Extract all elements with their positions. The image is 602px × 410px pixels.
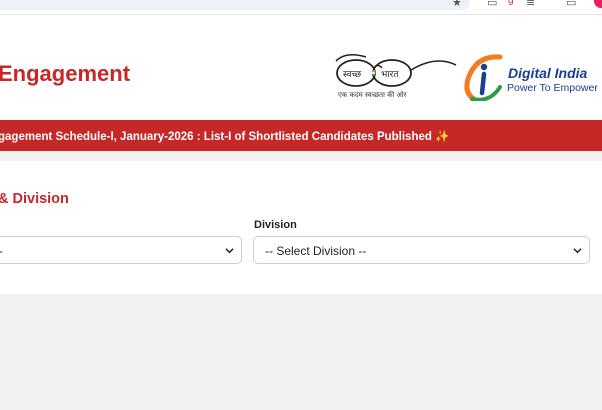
selection-card: & Division - Division -- Select Division… [0, 161, 602, 294]
download-icon[interactable]: ▭ [566, 0, 576, 9]
reading-list-icon[interactable]: ≡ [526, 0, 535, 9]
division-label: Division [254, 219, 297, 231]
digital-india-name: Digital India [508, 65, 588, 81]
browser-toolbar: ★ ▭ g ≡ ▭ [0, 0, 602, 15]
swachh-right-text: भारत [381, 70, 399, 80]
swachh-left-text: स्वच्छ [343, 70, 362, 80]
digital-india-tagline: Power To Empower [507, 82, 598, 94]
section-divider [0, 151, 602, 161]
circle-select-value: - [0, 244, 3, 258]
page-title: Engagement [0, 61, 131, 86]
division-select[interactable]: -- Select Division -- [253, 236, 590, 264]
star-icon[interactable]: ★ [452, 0, 462, 9]
extension-icon[interactable]: ▭ [487, 0, 497, 9]
chevron-down-icon [225, 248, 234, 254]
site-header: Engagement स्वच्छ भारत एक कदम स्वच्छता क… [0, 15, 602, 120]
chevron-down-icon [573, 248, 582, 254]
circle-select[interactable]: - [0, 236, 242, 264]
sparkle-icon: ✨ [435, 129, 450, 143]
section-title: & Division [0, 191, 69, 207]
announcement-text[interactable]: gagement Schedule-I, January-2026 : List… [0, 129, 449, 143]
swachh-tagline: एक कदम स्वच्छता की ओर [338, 91, 407, 99]
address-bar[interactable] [0, 0, 470, 10]
division-select-value: -- Select Division -- [265, 244, 367, 258]
profile-avatar[interactable] [594, 0, 602, 8]
announcement-banner[interactable]: gagement Schedule-I, January-2026 : List… [0, 120, 602, 151]
top-nav-link[interactable]: g [508, 0, 514, 6]
digital-india-logo-icon [464, 54, 503, 101]
